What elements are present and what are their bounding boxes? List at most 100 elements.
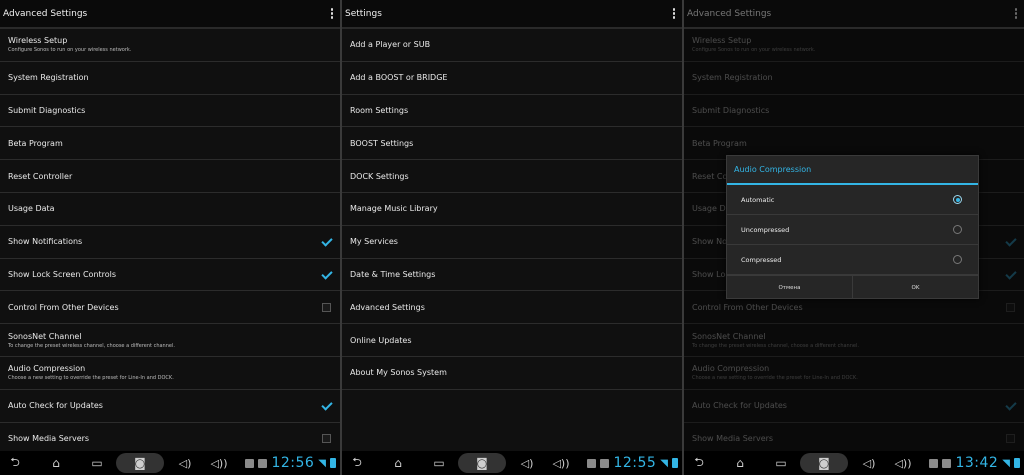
back-icon[interactable]: ⮌ xyxy=(0,451,30,475)
radio-button[interactable] xyxy=(953,255,962,264)
checkbox-checked[interactable] xyxy=(322,237,331,246)
storage-icon xyxy=(600,458,610,468)
action-bar: Advanced Settings xyxy=(684,0,1024,29)
navigation-bar: ⮌ ⌂ ▭ ◙ ◁) ◁)) 12:56 ◥ xyxy=(0,451,340,475)
recent-apps-icon[interactable]: ▭ xyxy=(424,451,454,475)
list-item-text: DOCK Settings xyxy=(350,172,409,181)
action-bar: Advanced Settings xyxy=(0,0,340,29)
home-icon[interactable]: ⌂ xyxy=(30,451,82,475)
list-item[interactable]: Room Settings xyxy=(342,95,682,128)
list-item-text: Control From Other Devices xyxy=(8,303,119,312)
wifi-icon: ◥ xyxy=(660,457,668,469)
list-item[interactable]: Wireless Setup Configure Sonos to run on … xyxy=(0,29,340,62)
list-item-label: Reset Controller xyxy=(8,171,73,181)
list-item[interactable]: BOOST Settings xyxy=(342,127,682,161)
clock: 12:55 xyxy=(613,455,657,471)
dialog-title: Audio Compression xyxy=(727,156,978,185)
screenshot-icon[interactable]: ◙ xyxy=(800,453,848,473)
navigation-bar: ⮌ ⌂ ▭ ◙ ◁) ◁)) 13:42 ◥ xyxy=(684,451,1024,475)
list-item-text: BOOST Settings xyxy=(350,139,413,148)
recent-apps-icon[interactable]: ▭ xyxy=(82,451,112,475)
list-item-label: Show Notifications xyxy=(8,237,83,247)
list-item-text: System Registration xyxy=(8,73,89,82)
dialog-buttons: Отмена OK xyxy=(727,275,978,299)
list-item[interactable]: Date & Time Settings xyxy=(342,259,682,292)
status-area: 13:42 ◥ xyxy=(929,455,1024,471)
page-title: Settings xyxy=(345,8,382,19)
list-item-text: SonosNet Channel To change the preset wir… xyxy=(8,332,175,349)
list-item-text: Advanced Settings xyxy=(350,303,425,312)
list-item[interactable]: System Registration xyxy=(0,62,340,95)
list-item-label: My Services xyxy=(350,237,398,247)
list-item-label: Show Lock Screen Controls xyxy=(8,269,117,279)
list-item[interactable]: Show Lock Screen Controls xyxy=(0,259,340,292)
screenshot-icon[interactable]: ◙ xyxy=(116,453,164,473)
clock: 12:56 xyxy=(271,455,315,471)
list-item[interactable]: About My Sonos System xyxy=(342,357,682,390)
list-item[interactable]: Add a Player or SUB xyxy=(342,29,682,62)
list-item-label: About My Sonos System xyxy=(350,368,447,378)
list-item-label: System Registration xyxy=(8,73,89,83)
checkbox-checked[interactable] xyxy=(322,270,331,279)
list-item-text: Show Media Servers xyxy=(8,434,89,443)
list-item[interactable]: SonosNet Channel To change the preset wir… xyxy=(0,324,340,357)
list-item[interactable]: Show Notifications xyxy=(0,226,340,259)
storage-icon xyxy=(942,458,952,468)
list-item-text: My Services xyxy=(350,237,398,246)
list-item[interactable]: Audio Compression Choose a new setting to… xyxy=(0,357,340,390)
battery-icon xyxy=(330,458,336,468)
list-item[interactable]: Beta Program xyxy=(0,127,340,161)
volume-up-icon[interactable]: ◁)) xyxy=(544,451,578,475)
list-item-text: Date & Time Settings xyxy=(350,270,435,279)
list-item[interactable]: Add a BOOST or BRIDGE xyxy=(342,62,682,95)
overflow-menu-icon[interactable] xyxy=(672,8,679,19)
radio-option[interactable]: Compressed xyxy=(727,245,978,275)
screenshot-icon[interactable]: ◙ xyxy=(458,453,506,473)
ok-button[interactable]: OK xyxy=(852,276,978,299)
radio-option[interactable]: Uncompressed xyxy=(727,215,978,245)
list-item[interactable]: Reset Controller xyxy=(0,160,340,193)
list-item[interactable]: Online Updates xyxy=(342,324,682,357)
list-item-text: Add a BOOST or BRIDGE xyxy=(350,73,447,82)
status-area: 12:56 ◥ xyxy=(245,455,340,471)
list-item[interactable]: Submit Diagnostics xyxy=(0,95,340,128)
volume-up-icon[interactable]: ◁)) xyxy=(886,451,920,475)
checkbox-unchecked[interactable] xyxy=(322,433,331,443)
recent-apps-icon[interactable]: ▭ xyxy=(766,451,796,475)
checkbox-checked[interactable] xyxy=(322,401,331,410)
list-item-text: Reset Controller xyxy=(8,172,72,181)
list-item-text: Add a Player or SUB xyxy=(350,40,430,49)
list-item[interactable]: Manage Music Library xyxy=(342,193,682,226)
home-icon[interactable]: ⌂ xyxy=(714,451,766,475)
list-item-text: Submit Diagnostics xyxy=(8,106,85,115)
list-item-text: Audio Compression Choose a new setting to… xyxy=(8,364,174,381)
radio-option[interactable]: Automatic xyxy=(727,185,978,215)
checkbox-unchecked[interactable] xyxy=(322,302,331,312)
overflow-menu-icon[interactable] xyxy=(1014,8,1021,19)
list-item[interactable]: DOCK Settings xyxy=(342,160,682,193)
list-item-summary: Configure Sonos to run on your wireless … xyxy=(8,47,132,54)
overflow-menu-icon[interactable] xyxy=(330,8,337,19)
volume-down-icon[interactable]: ◁) xyxy=(510,451,544,475)
list-item-label: Usage Data xyxy=(8,204,55,214)
volume-up-icon[interactable]: ◁)) xyxy=(202,451,236,475)
list-item[interactable]: Advanced Settings xyxy=(342,291,682,325)
back-icon[interactable]: ⮌ xyxy=(684,451,714,475)
list-item[interactable]: My Services xyxy=(342,226,682,259)
radio-button-selected[interactable] xyxy=(953,195,962,204)
radio-button[interactable] xyxy=(953,225,962,234)
list-item-label: DOCK Settings xyxy=(350,171,409,181)
list-item-text: Wireless Setup Configure Sonos to run on … xyxy=(8,36,131,53)
list-item-label: BOOST Settings xyxy=(350,138,414,148)
list-item[interactable]: Control From Other Devices xyxy=(0,291,340,325)
list-item[interactable]: Usage Data xyxy=(0,193,340,226)
list-item-text: Beta Program xyxy=(8,139,63,148)
list-item-text: About My Sonos System xyxy=(350,368,447,377)
list-item[interactable]: Auto Check for Updates xyxy=(0,390,340,423)
home-icon[interactable]: ⌂ xyxy=(372,451,424,475)
volume-down-icon[interactable]: ◁) xyxy=(852,451,886,475)
list-item-label: Add a BOOST or BRIDGE xyxy=(350,73,448,83)
cancel-button[interactable]: Отмена xyxy=(727,276,852,299)
back-icon[interactable]: ⮌ xyxy=(342,451,372,475)
volume-down-icon[interactable]: ◁) xyxy=(168,451,202,475)
